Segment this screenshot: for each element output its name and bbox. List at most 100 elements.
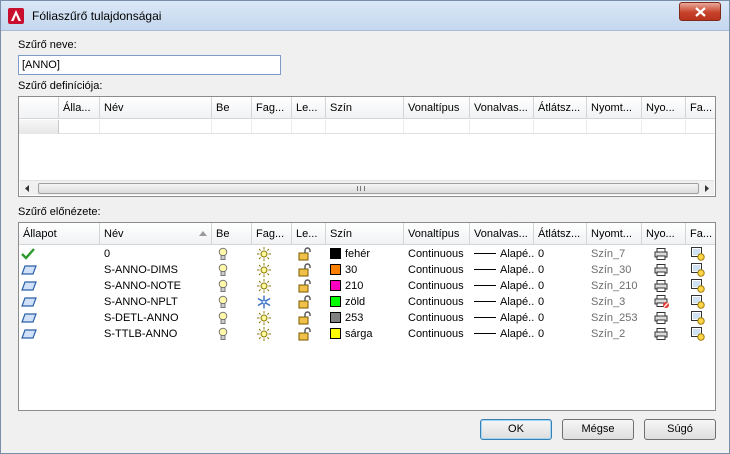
preview-col-freeze[interactable]: Fag... [252, 223, 292, 245]
printer-icon[interactable] [642, 278, 686, 294]
filter-preview-grid[interactable]: Állapot Név Be Fag... Le... Szín Vonaltí… [18, 222, 716, 411]
sun-icon[interactable] [252, 246, 292, 262]
table-row[interactable]: 0 fehér Continuous Alapé... 0 Szín_7 [19, 246, 715, 262]
help-button[interactable]: Súgó [644, 419, 716, 440]
bulb-icon[interactable] [212, 310, 252, 326]
unlock-icon[interactable] [292, 262, 326, 278]
color-cell[interactable]: 253 [326, 310, 404, 326]
printer-icon[interactable] [642, 310, 686, 326]
linetype[interactable]: Continuous [404, 246, 470, 262]
color-cell[interactable]: 30 [326, 262, 404, 278]
table-row[interactable]: S-TTLB-ANNO sárga Continuous Alapé... 0 … [19, 326, 715, 342]
color-cell[interactable]: sárga [326, 326, 404, 342]
new-vp-freeze-icon[interactable] [686, 294, 715, 310]
preview-col-color[interactable]: Szín [326, 223, 404, 245]
lineweight-cell[interactable]: Alapé... [470, 246, 534, 262]
transparency[interactable]: 0 [534, 246, 587, 262]
bulb-icon[interactable] [212, 262, 252, 278]
bulb-icon[interactable] [212, 294, 252, 310]
preview-col-lock[interactable]: Le... [292, 223, 326, 245]
printer-icon[interactable] [642, 262, 686, 278]
preview-col-linetype[interactable]: Vonaltípus [404, 223, 470, 245]
preview-col-name[interactable]: Név [100, 223, 212, 245]
new-vp-freeze-icon[interactable] [686, 262, 715, 278]
definition-col-color[interactable]: Szín [326, 97, 404, 119]
scroll-left-button[interactable] [20, 181, 35, 196]
lineweight-cell[interactable]: Alapé... [470, 262, 534, 278]
definition-col-on[interactable]: Be [212, 97, 252, 119]
sun-icon[interactable] [252, 278, 292, 294]
snowflake-icon[interactable] [252, 294, 292, 310]
color-cell[interactable]: zöld [326, 294, 404, 310]
lineweight-cell[interactable]: Alapé... [470, 310, 534, 326]
new-vp-freeze-icon[interactable] [686, 310, 715, 326]
sun-icon[interactable] [252, 310, 292, 326]
linetype[interactable]: Continuous [404, 326, 470, 342]
lineweight-cell[interactable]: Alapé... [470, 326, 534, 342]
scroll-left-icon [25, 185, 29, 192]
bulb-icon[interactable] [212, 278, 252, 294]
definition-col-lock[interactable]: Le... [292, 97, 326, 119]
new-vp-freeze-icon[interactable] [686, 278, 715, 294]
linetype[interactable]: Continuous [404, 310, 470, 326]
table-row[interactable]: S-ANNO-DIMS 30 Continuous Alapé... 0 Szí… [19, 262, 715, 278]
title-bar[interactable]: Fóliaszűrő tulajdonságai [1, 1, 729, 31]
unlock-icon[interactable] [292, 310, 326, 326]
linetype[interactable]: Continuous [404, 294, 470, 310]
transparency[interactable]: 0 [534, 310, 587, 326]
sun-icon[interactable] [252, 326, 292, 342]
cancel-button[interactable]: Mégse [562, 419, 634, 440]
transparency[interactable]: 0 [534, 294, 587, 310]
scroll-right-button[interactable] [699, 181, 714, 196]
preview-col-plot-style[interactable]: Nyomt... [587, 223, 642, 245]
preview-col-on[interactable]: Be [212, 223, 252, 245]
linetype[interactable]: Continuous [404, 262, 470, 278]
no-plot-printer-icon[interactable] [642, 294, 686, 310]
new-vp-freeze-icon[interactable] [686, 246, 715, 262]
preview-col-plot[interactable]: Nyo... [642, 223, 686, 245]
lineweight-cell[interactable]: Alapé... [470, 278, 534, 294]
bulb-icon[interactable] [212, 246, 252, 262]
definition-col-plot-style[interactable]: Nyomt... [587, 97, 642, 119]
printer-icon[interactable] [642, 326, 686, 342]
definition-horizontal-scrollbar[interactable] [20, 180, 714, 195]
definition-col-new-vp-freeze[interactable]: Fa... [686, 97, 715, 119]
bulb-icon[interactable] [212, 326, 252, 342]
color-cell[interactable]: 210 [326, 278, 404, 294]
definition-col-transparency[interactable]: Átlátsz... [534, 97, 587, 119]
lineweight-cell[interactable]: Alapé... [470, 294, 534, 310]
transparency[interactable]: 0 [534, 262, 587, 278]
definition-row-header[interactable] [19, 120, 59, 134]
preview-col-status[interactable]: Állapot [19, 223, 100, 245]
definition-col-name[interactable]: Név [100, 97, 212, 119]
transparency[interactable]: 0 [534, 278, 587, 294]
sun-icon[interactable] [252, 262, 292, 278]
filter-name-input[interactable] [18, 55, 281, 75]
transparency[interactable]: 0 [534, 326, 587, 342]
table-row[interactable]: S-ANNO-NOTE 210 Continuous Alapé... 0 Sz… [19, 278, 715, 294]
table-row[interactable]: S-DETL-ANNO 253 Continuous Alapé... 0 Sz… [19, 310, 715, 326]
unlock-icon[interactable] [292, 246, 326, 262]
definition-col-freeze[interactable]: Fag... [252, 97, 292, 119]
layer-icon [19, 326, 100, 342]
definition-col-lineweight[interactable]: Vonalvas... [470, 97, 534, 119]
color-cell[interactable]: fehér [326, 246, 404, 262]
preview-col-transparency[interactable]: Átlátsz... [534, 223, 587, 245]
definition-col-linetype[interactable]: Vonaltípus [404, 97, 470, 119]
preview-col-lineweight[interactable]: Vonalvas... [470, 223, 534, 245]
linetype[interactable]: Continuous [404, 278, 470, 294]
definition-col-status[interactable]: Álla... [59, 97, 100, 119]
definition-empty-row[interactable] [19, 120, 715, 134]
unlock-icon[interactable] [292, 278, 326, 294]
layer-icon [19, 278, 100, 294]
ok-button[interactable]: OK [480, 419, 552, 440]
new-vp-freeze-icon[interactable] [686, 326, 715, 342]
printer-icon[interactable] [642, 246, 686, 262]
close-button[interactable] [679, 2, 721, 21]
definition-col-plot[interactable]: Nyo... [642, 97, 686, 119]
preview-col-new-vp-freeze[interactable]: Fa... [686, 223, 715, 245]
scrollbar-thumb[interactable] [38, 183, 699, 194]
unlock-icon[interactable] [292, 326, 326, 342]
unlock-icon[interactable] [292, 294, 326, 310]
table-row[interactable]: S-ANNO-NPLT zöld Continuous Alapé... 0 S… [19, 294, 715, 310]
